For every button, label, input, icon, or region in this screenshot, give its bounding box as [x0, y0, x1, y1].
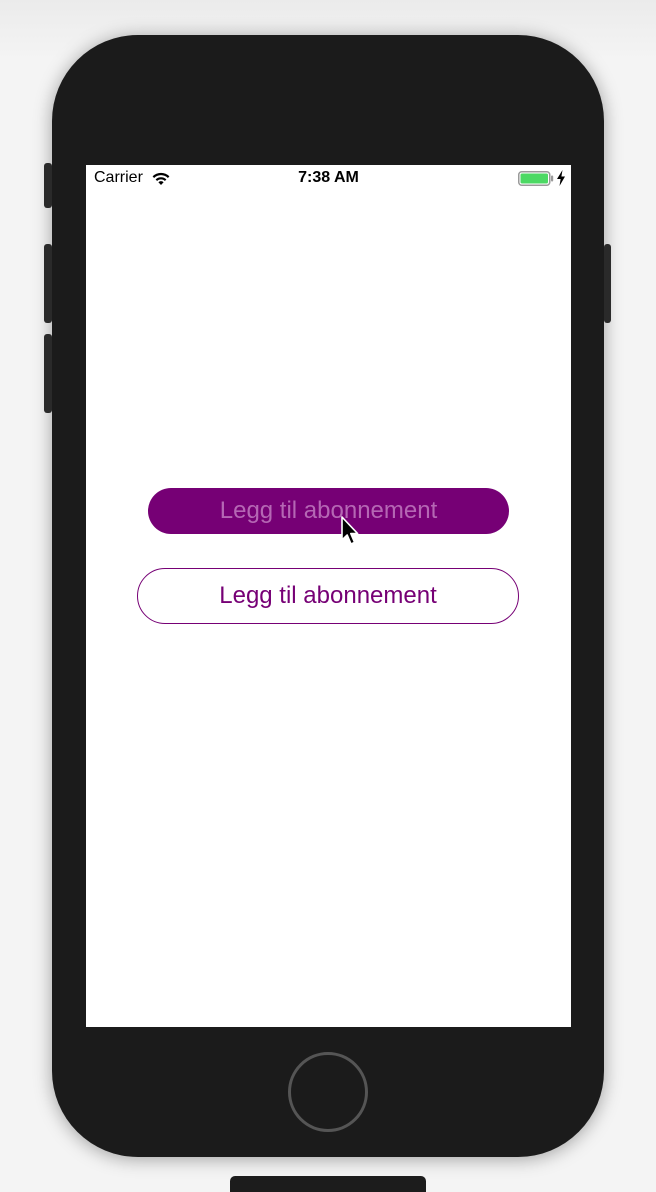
- add-subscription-button-label: Legg til abonnement: [219, 497, 438, 524]
- status-bar: Carrier 7:38 AM: [86, 165, 571, 193]
- add-subscription-outline-button[interactable]: Legg til abonnement: [137, 568, 519, 624]
- simulator-toolbar-tab: [230, 1176, 426, 1192]
- charging-bolt-icon: [557, 170, 565, 186]
- volume-down-button: [44, 334, 52, 413]
- volume-up-button: [44, 244, 52, 323]
- battery-level-fill: [520, 173, 548, 184]
- simulator-window: Carrier 7:38 AM Legg til abonnement Legg…: [0, 0, 656, 1192]
- add-subscription-outline-button-label: Legg til abonnement: [219, 582, 437, 609]
- home-button[interactable]: [288, 1052, 368, 1132]
- device-screen: Carrier 7:38 AM Legg til abonnement Legg…: [86, 165, 571, 1027]
- power-button: [604, 244, 611, 323]
- mute-switch: [44, 163, 52, 208]
- status-time: 7:38 AM: [298, 169, 359, 186]
- battery-icon: [518, 171, 554, 186]
- add-subscription-button[interactable]: Legg til abonnement: [148, 488, 509, 534]
